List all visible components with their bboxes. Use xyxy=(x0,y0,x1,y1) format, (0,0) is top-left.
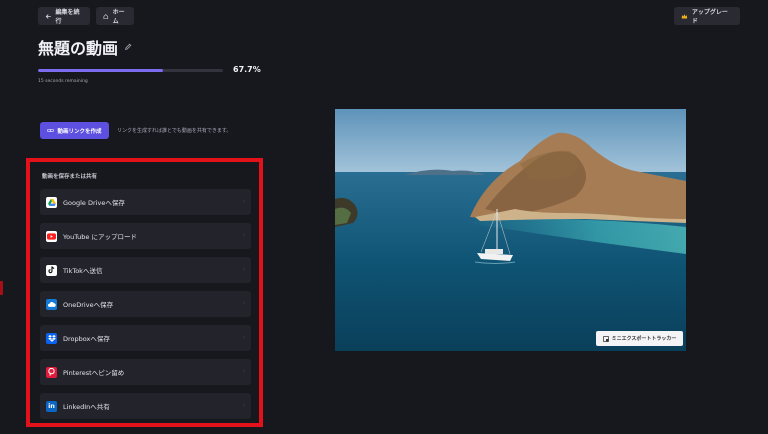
pencil-icon[interactable] xyxy=(124,43,132,51)
send-to-tiktok-button[interactable]: TikTokへ送信 › xyxy=(40,257,251,283)
youtube-label: YouTube にアップロード xyxy=(63,233,137,241)
save-or-share-heading: 動画を保存または共有 xyxy=(42,174,98,180)
pinterest-label: Pinterestへピン留め xyxy=(63,369,125,377)
linkedin-icon: in xyxy=(46,400,57,412)
chevron-right-icon: › xyxy=(242,198,245,205)
arrow-left-icon xyxy=(45,13,51,19)
export-progress-percent: 67.7% xyxy=(233,65,261,74)
edge-marker xyxy=(0,281,3,295)
tiktok-label: TikTokへ送信 xyxy=(63,267,103,275)
video-preview-image xyxy=(335,109,686,351)
onedrive-label: OneDriveへ保存 xyxy=(63,301,114,309)
pinterest-icon xyxy=(46,366,57,378)
link-share-note: リンクを生成すれば誰とでも動画を共有できます。 xyxy=(117,128,232,134)
tiktok-icon xyxy=(46,264,57,276)
dropbox-label: Dropboxへ保存 xyxy=(63,335,110,343)
create-video-link-button[interactable]: 動画リンクを作成 xyxy=(40,122,109,139)
tracker-icon xyxy=(602,335,609,342)
google-drive-icon xyxy=(46,196,57,208)
google-drive-label: Google Driveへ保存 xyxy=(63,199,125,207)
time-remaining: 15 seconds remaining xyxy=(38,79,88,84)
video-title[interactable]: 無題の動画 xyxy=(38,35,118,59)
home-icon xyxy=(103,13,109,19)
mini-export-tracker-label: ミニエクスポートトラッカー xyxy=(611,336,677,342)
linkedin-label: LinkedInへ共有 xyxy=(63,403,110,411)
save-to-google-drive-button[interactable]: Google Driveへ保存 › xyxy=(40,189,251,215)
chevron-right-icon: › xyxy=(242,232,245,239)
mini-export-tracker-button[interactable]: ミニエクスポートトラッカー xyxy=(596,331,683,346)
save-or-share-panel: 動画を保存または共有 Google Driveへ保存 › YouTube にアッ… xyxy=(26,158,263,427)
continue-editing-button[interactable]: 編集を続行 xyxy=(38,7,90,25)
youtube-icon xyxy=(46,230,57,242)
upgrade-button[interactable]: アップグレード xyxy=(674,7,740,25)
crown-icon xyxy=(681,13,688,19)
chevron-right-icon: › xyxy=(242,300,245,307)
create-video-link-label: 動画リンクを作成 xyxy=(57,128,102,135)
link-icon xyxy=(47,128,55,133)
upgrade-label: アップグレード xyxy=(691,9,728,25)
pin-to-pinterest-button[interactable]: Pinterestへピン留め › xyxy=(40,359,251,385)
video-title-row: 無題の動画 xyxy=(38,35,132,59)
home-button[interactable]: ホーム xyxy=(96,7,134,25)
video-preview[interactable] xyxy=(335,109,686,351)
upload-to-youtube-button[interactable]: YouTube にアップロード › xyxy=(40,223,251,249)
export-progress-fill xyxy=(38,69,164,72)
home-label: ホーム xyxy=(112,9,125,25)
chevron-right-icon: › xyxy=(242,368,245,375)
save-to-dropbox-button[interactable]: Dropboxへ保存 › xyxy=(40,325,251,351)
save-to-onedrive-button[interactable]: OneDriveへ保存 › xyxy=(40,291,251,317)
onedrive-icon xyxy=(46,298,57,310)
chevron-right-icon: › xyxy=(242,266,245,273)
chevron-right-icon: › xyxy=(242,334,245,341)
share-to-linkedin-button[interactable]: in LinkedInへ共有 › xyxy=(40,393,251,419)
continue-editing-label: 編集を続行 xyxy=(55,9,80,25)
export-progress-bar xyxy=(38,69,223,72)
chevron-right-icon: › xyxy=(242,402,245,409)
dropbox-icon xyxy=(46,332,57,344)
